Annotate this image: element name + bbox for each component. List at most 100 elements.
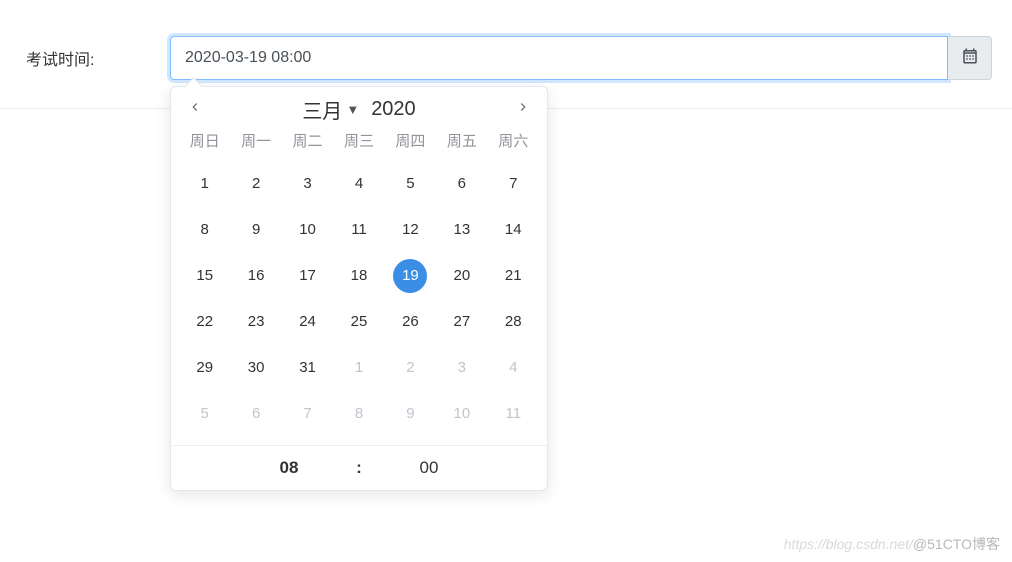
field-label: 考试时间: [20, 46, 170, 70]
day-number: 7 [291, 397, 325, 431]
day-cell[interactable]: 21 [488, 253, 539, 299]
day-number: 17 [291, 259, 325, 293]
day-number: 11 [342, 213, 376, 247]
day-cell[interactable]: 19 [385, 253, 436, 299]
weekday-label: 周四 [385, 126, 436, 155]
day-cell[interactable]: 4 [333, 161, 384, 207]
day-number: 9 [393, 397, 427, 431]
month-label: 三月 [302, 95, 342, 124]
day-number: 16 [239, 259, 273, 293]
day-cell[interactable]: 11 [333, 207, 384, 253]
day-number: 2 [239, 167, 273, 201]
day-cell[interactable]: 18 [333, 253, 384, 299]
input-group: 三月 ▼ 2020 周日周一周二周三周四周五周六 123456789101112… [170, 36, 992, 80]
watermark: https://blog.csdn.net/@51CTO博客 [784, 534, 1000, 554]
day-number: 20 [445, 259, 479, 293]
day-number: 6 [445, 167, 479, 201]
day-number: 8 [188, 213, 222, 247]
day-cell[interactable]: 12 [385, 207, 436, 253]
form-row: 考试时间: 三月 ▼ 2020 [0, 0, 1012, 109]
calendar-icon [961, 47, 979, 70]
next-month-button[interactable] [509, 96, 537, 124]
day-cell[interactable]: 8 [333, 391, 384, 437]
month-select[interactable]: 三月 ▼ [302, 95, 359, 124]
day-number: 25 [342, 305, 376, 339]
day-number: 7 [496, 167, 530, 201]
day-number: 14 [496, 213, 530, 247]
day-cell[interactable]: 9 [230, 207, 281, 253]
day-cell[interactable]: 26 [385, 299, 436, 345]
day-cell[interactable]: 6 [436, 161, 487, 207]
time-separator: : [344, 458, 374, 478]
day-cell[interactable]: 7 [282, 391, 333, 437]
day-cell[interactable]: 27 [436, 299, 487, 345]
day-number: 2 [393, 351, 427, 385]
day-cell[interactable]: 1 [179, 161, 230, 207]
day-cell[interactable]: 15 [179, 253, 230, 299]
day-number: 18 [342, 259, 376, 293]
day-cell[interactable]: 7 [488, 161, 539, 207]
weekday-header: 周日周一周二周三周四周五周六 [171, 126, 547, 159]
day-number: 4 [342, 167, 376, 201]
day-cell[interactable]: 5 [179, 391, 230, 437]
day-number: 3 [445, 351, 479, 385]
weekday-label: 周日 [179, 126, 230, 155]
day-number: 12 [393, 213, 427, 247]
month-year-display: 三月 ▼ 2020 [302, 95, 415, 124]
day-cell[interactable]: 20 [436, 253, 487, 299]
day-cell[interactable]: 4 [488, 345, 539, 391]
day-cell[interactable]: 8 [179, 207, 230, 253]
day-cell[interactable]: 11 [488, 391, 539, 437]
day-number: 10 [291, 213, 325, 247]
year-label[interactable]: 2020 [371, 98, 416, 121]
datetime-picker: 三月 ▼ 2020 周日周一周二周三周四周五周六 123456789101112… [170, 86, 548, 491]
chevron-left-icon [188, 100, 202, 119]
day-cell[interactable]: 25 [333, 299, 384, 345]
day-cell[interactable]: 29 [179, 345, 230, 391]
day-cell[interactable]: 2 [230, 161, 281, 207]
day-number: 11 [496, 397, 530, 431]
day-cell[interactable]: 10 [436, 391, 487, 437]
day-number: 8 [342, 397, 376, 431]
minute-cell[interactable]: 00 [374, 458, 484, 478]
chevron-right-icon [516, 100, 530, 119]
day-cell[interactable]: 1 [333, 345, 384, 391]
day-cell[interactable]: 17 [282, 253, 333, 299]
day-number: 21 [496, 259, 530, 293]
day-number: 31 [291, 351, 325, 385]
day-number: 9 [239, 213, 273, 247]
day-number: 5 [393, 167, 427, 201]
day-number: 24 [291, 305, 325, 339]
day-cell[interactable]: 13 [436, 207, 487, 253]
datetime-input[interactable] [170, 36, 948, 80]
day-cell[interactable]: 2 [385, 345, 436, 391]
day-cell[interactable]: 9 [385, 391, 436, 437]
hour-cell[interactable]: 08 [234, 458, 344, 478]
day-cell[interactable]: 28 [488, 299, 539, 345]
day-number: 13 [445, 213, 479, 247]
day-number: 23 [239, 305, 273, 339]
day-cell[interactable]: 5 [385, 161, 436, 207]
day-cell[interactable]: 31 [282, 345, 333, 391]
day-cell[interactable]: 24 [282, 299, 333, 345]
day-cell[interactable]: 3 [282, 161, 333, 207]
day-cell[interactable]: 22 [179, 299, 230, 345]
day-cell[interactable]: 10 [282, 207, 333, 253]
day-number: 1 [188, 167, 222, 201]
day-cell[interactable]: 16 [230, 253, 281, 299]
day-cell[interactable]: 14 [488, 207, 539, 253]
day-number: 3 [291, 167, 325, 201]
weekday-label: 周一 [230, 126, 281, 155]
prev-month-button[interactable] [181, 96, 209, 124]
calendar-button[interactable] [948, 36, 992, 80]
day-cell[interactable]: 23 [230, 299, 281, 345]
day-cell[interactable]: 6 [230, 391, 281, 437]
day-cell[interactable]: 3 [436, 345, 487, 391]
day-number: 28 [496, 305, 530, 339]
time-row: 08 : 00 [171, 445, 547, 490]
day-cell[interactable]: 30 [230, 345, 281, 391]
day-number: 10 [445, 397, 479, 431]
weekday-label: 周六 [488, 126, 539, 155]
day-number: 27 [445, 305, 479, 339]
day-number: 15 [188, 259, 222, 293]
